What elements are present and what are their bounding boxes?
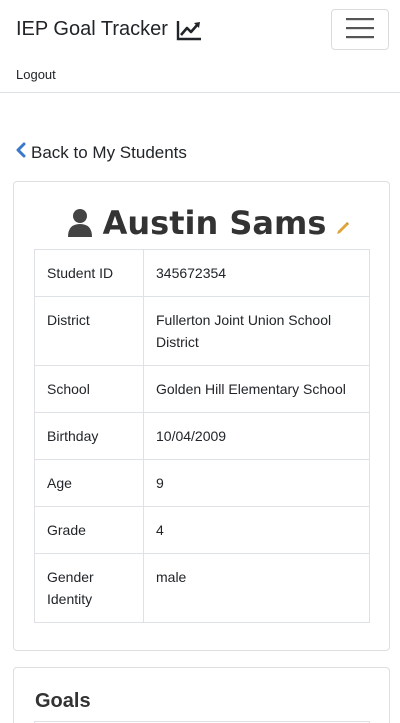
table-row: Gender Identity male	[34, 553, 370, 623]
back-to-students-link[interactable]: Back to My Students	[15, 142, 187, 163]
field-value: Fullerton Joint Union School District	[143, 296, 370, 366]
field-value: 9	[143, 459, 370, 507]
brand-link[interactable]: IEP Goal Tracker	[16, 18, 202, 41]
table-row: Student ID 345672354	[34, 249, 370, 297]
table-row: Birthday 10/04/2009	[34, 412, 370, 460]
student-profile-card: Austin Sams Student ID 345672354 Distric…	[13, 181, 390, 651]
navbar: IEP Goal Tracker Logout	[0, 0, 400, 93]
line-chart-icon	[176, 19, 202, 41]
field-label: Gender Identity	[34, 553, 144, 623]
navbar-toggle-button[interactable]	[331, 9, 389, 50]
field-label: District	[34, 296, 144, 366]
back-link-label: Back to My Students	[31, 142, 187, 162]
field-value: Golden Hill Elementary School	[143, 365, 370, 413]
student-header: Austin Sams	[14, 204, 389, 242]
logout-link[interactable]: Logout	[16, 67, 56, 82]
table-row: District Fullerton Joint Union School Di…	[34, 296, 370, 366]
goals-heading: Goals	[35, 690, 91, 712]
field-value: 345672354	[143, 249, 370, 297]
pencil-icon[interactable]	[336, 221, 350, 235]
field-value: 10/04/2009	[143, 412, 370, 460]
goals-card: Goals	[13, 667, 390, 723]
student-info-table: Student ID 345672354 District Fullerton …	[34, 249, 370, 623]
field-value: male	[143, 553, 370, 623]
user-icon	[67, 208, 93, 238]
field-label: Student ID	[34, 249, 144, 297]
table-row: Grade 4	[34, 506, 370, 554]
table-row: School Golden Hill Elementary School	[34, 365, 370, 413]
field-value: 4	[143, 506, 370, 554]
field-label: Grade	[34, 506, 144, 554]
student-name: Austin Sams	[102, 204, 327, 242]
field-label: Age	[34, 459, 144, 507]
hamburger-menu-icon	[346, 17, 374, 42]
chevron-left-icon	[15, 142, 26, 163]
field-label: School	[34, 365, 144, 413]
table-row: Age 9	[34, 459, 370, 507]
field-label: Birthday	[34, 412, 144, 460]
brand-title: IEP Goal Tracker	[16, 18, 168, 40]
